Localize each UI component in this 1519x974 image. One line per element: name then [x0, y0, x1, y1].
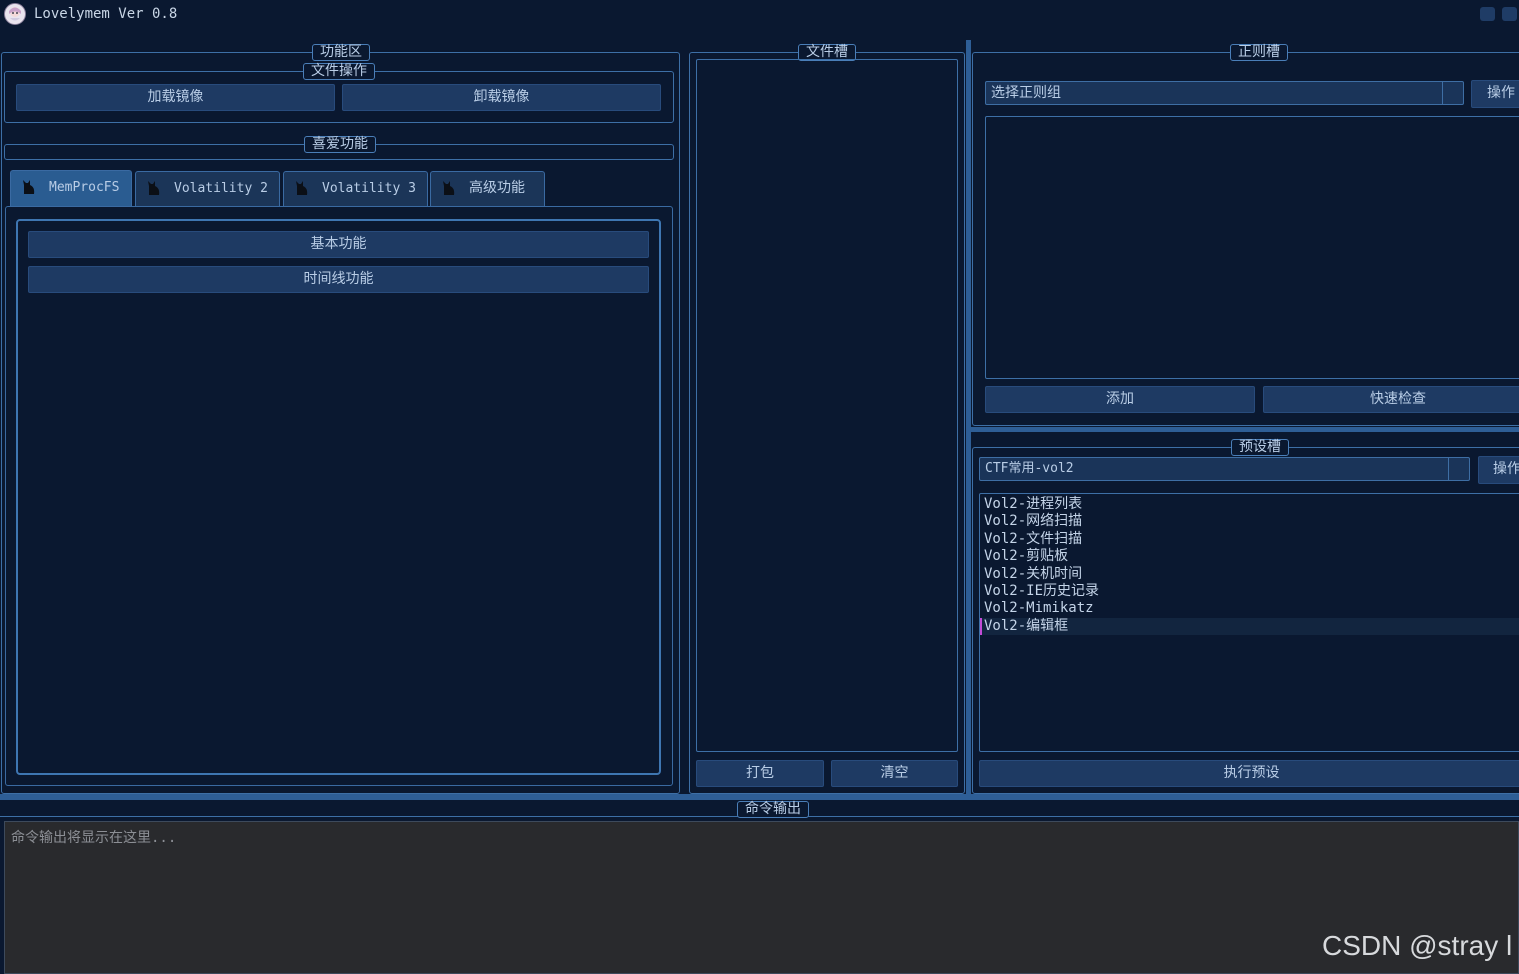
- command-output-placeholder: 命令输出将显示在这里...: [11, 830, 177, 846]
- tab-volatility3[interactable]: Volatility 3: [283, 171, 428, 206]
- unload-image-button[interactable]: 卸载镜像: [342, 84, 661, 111]
- maximize-button[interactable]: [1502, 7, 1517, 21]
- tab-volatility2[interactable]: Volatility 2: [135, 171, 280, 206]
- tab-label: Volatility 3: [322, 181, 416, 196]
- preset-select[interactable]: CTF常用-vol2: [979, 457, 1470, 481]
- list-item[interactable]: Vol2-进程列表: [980, 496, 1519, 513]
- tab-label: 高级功能: [469, 180, 525, 196]
- clear-button[interactable]: 清空: [831, 760, 958, 787]
- vertical-splitter[interactable]: [966, 40, 971, 796]
- load-image-button[interactable]: 加载镜像: [16, 84, 335, 111]
- regex-action-button[interactable]: 操作: [1471, 80, 1519, 108]
- app-logo: [4, 3, 26, 25]
- bottom-splitter[interactable]: [0, 794, 1519, 800]
- preset-slot-title: 预设槽: [1231, 439, 1289, 456]
- cat-icon: [296, 181, 308, 195]
- preset-action-button[interactable]: 操作: [1478, 456, 1519, 484]
- list-item[interactable]: Vol2-剪贴板: [980, 548, 1519, 565]
- chevron-down-icon: [1442, 82, 1463, 104]
- favorites-title: 喜爱功能: [304, 136, 376, 153]
- function-area-title: 功能区: [312, 44, 370, 61]
- file-list[interactable]: [696, 59, 958, 752]
- tab-label: Volatility 2: [174, 181, 268, 196]
- right-splitter[interactable]: [970, 427, 1519, 432]
- tab-advanced[interactable]: 高级功能: [430, 171, 545, 206]
- list-item-selected[interactable]: Vol2-编辑框: [980, 617, 1519, 636]
- cat-icon: [443, 181, 455, 195]
- quick-check-button[interactable]: 快速检查: [1263, 386, 1519, 413]
- preset-value: CTF常用-vol2: [985, 461, 1074, 476]
- tab-memprocfs[interactable]: MemProcFS: [10, 170, 132, 206]
- basic-functions-button[interactable]: 基本功能: [28, 231, 649, 258]
- file-ops-title: 文件操作: [303, 63, 375, 80]
- preset-list[interactable]: Vol2-进程列表 Vol2-网络扫描 Vol2-文件扫描 Vol2-剪贴板 V…: [979, 493, 1519, 752]
- regex-list[interactable]: [985, 116, 1519, 379]
- list-item[interactable]: Vol2-Mimikatz: [980, 600, 1519, 617]
- add-regex-button[interactable]: 添加: [985, 386, 1255, 413]
- pack-button[interactable]: 打包: [696, 760, 824, 787]
- command-output-title: 命令输出: [737, 801, 809, 818]
- window-title: Lovelymem Ver 0.8: [34, 6, 178, 22]
- cat-icon: [23, 180, 35, 194]
- tab-pane-inner: [16, 219, 661, 775]
- regex-group-value: 选择正则组: [991, 85, 1061, 101]
- tab-label: MemProcFS: [49, 180, 120, 195]
- regex-slot-title: 正则槽: [1230, 44, 1288, 61]
- chevron-down-icon: [1448, 458, 1469, 480]
- list-item[interactable]: Vol2-关机时间: [980, 566, 1519, 583]
- list-item[interactable]: Vol2-文件扫描: [980, 531, 1519, 548]
- list-item[interactable]: Vol2-IE历史记录: [980, 583, 1519, 600]
- cat-icon: [148, 181, 160, 195]
- command-output-area[interactable]: 命令输出将显示在这里...: [4, 821, 1519, 974]
- run-preset-button[interactable]: 执行预设: [979, 760, 1519, 787]
- timeline-functions-button[interactable]: 时间线功能: [28, 266, 649, 293]
- favorites-group: 喜爱功能: [4, 136, 674, 160]
- list-item[interactable]: Vol2-网络扫描: [980, 513, 1519, 530]
- regex-group-select[interactable]: 选择正则组: [985, 81, 1464, 105]
- watermark: CSDN @stray l: [1322, 930, 1513, 961]
- minimize-button[interactable]: [1480, 7, 1495, 21]
